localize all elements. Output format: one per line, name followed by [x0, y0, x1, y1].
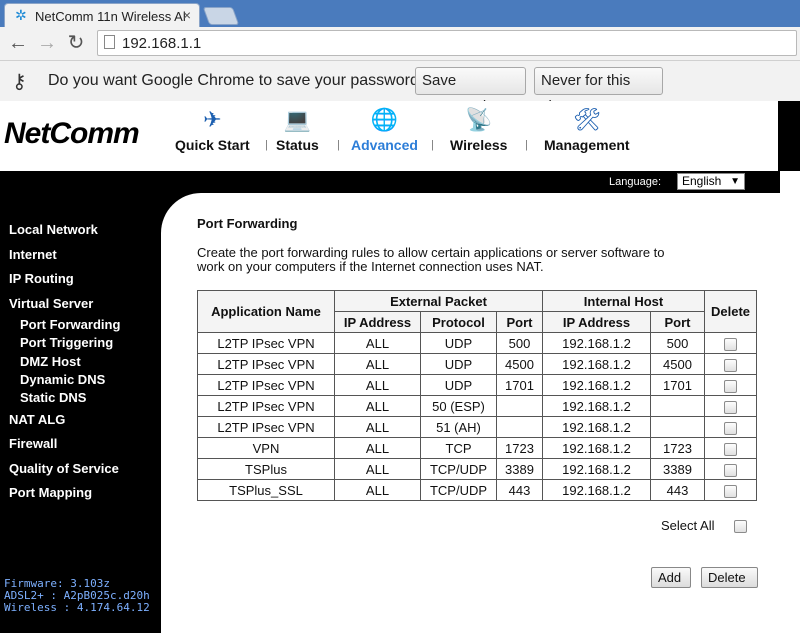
wireless-icon: 📡 — [465, 107, 493, 132]
table-row: L2TP IPsec VPN ALL UDP 4500 192.168.1.2 4500 — [197, 353, 757, 375]
netcomm-logo: NetComm — [4, 117, 140, 150]
back-arrow-icon[interactable]: ← — [7, 32, 29, 54]
management-icon: 🛠 — [572, 107, 601, 132]
col-header-delete: Delete — [704, 290, 757, 333]
delete-checkbox[interactable] — [724, 337, 737, 351]
key-icon: ⚷ — [12, 71, 27, 93]
delete-button[interactable]: Delete — [701, 567, 758, 588]
never-for-this-site-button[interactable]: Never for this site — [534, 67, 663, 115]
col-header-ext-ip: IP Address — [334, 311, 421, 333]
col-header-internal-host: Internal Host — [542, 290, 705, 312]
tab-title: NetComm 11n Wireless Al — [35, 9, 185, 24]
nav-advanced[interactable]: 🌐 Advanced — [351, 107, 418, 153]
sidebar-item-port-mapping[interactable]: Port Mapping — [9, 485, 92, 500]
col-header-protocol: Protocol — [420, 311, 497, 333]
language-bar: Language: English ▼ — [0, 171, 780, 193]
table-row: TSPlus ALL TCP/UDP 3389 192.168.1.2 3389 — [197, 458, 757, 480]
nav-wireless[interactable]: 📡 Wireless — [450, 107, 507, 153]
sidebar-item-quality-of-service[interactable]: Quality of Service — [9, 461, 119, 476]
select-all-checkbox[interactable] — [734, 520, 747, 533]
laptop-icon: 💻 — [283, 107, 312, 132]
save-password-button[interactable]: Save password — [415, 67, 526, 115]
nav-management[interactable]: 🛠 Management — [544, 107, 630, 153]
col-header-ext-port: Port — [496, 311, 543, 333]
netcomm-favicon-icon: ✲ — [15, 7, 27, 23]
col-header-int-port: Port — [650, 311, 705, 333]
nav-quick-start[interactable]: ✈ Quick Start — [175, 107, 250, 153]
table-row: L2TP IPsec VPN ALL UDP 500 192.168.1.2 500 — [197, 332, 757, 354]
language-select[interactable]: English ▼ — [677, 173, 745, 190]
col-header-int-ip: IP Address — [542, 311, 651, 333]
col-header-application-name: Application Name — [197, 290, 335, 333]
delete-checkbox[interactable] — [724, 463, 737, 477]
add-button[interactable]: Add — [651, 567, 691, 588]
close-icon[interactable]: × — [183, 7, 191, 23]
sidebar-item-dmz-host[interactable]: DMZ Host — [20, 354, 81, 369]
page-description: Create the port forwarding rules to allo… — [197, 245, 665, 274]
sidebar-item-internet[interactable]: Internet — [9, 247, 57, 262]
table-row: L2TP IPsec VPN ALL 50 (ESP) 192.168.1.2 — [197, 395, 757, 417]
port-forwarding-table: Application Name External Packet Interna… — [197, 290, 757, 501]
new-tab-button[interactable] — [202, 7, 240, 25]
sidebar-item-port-forwarding[interactable]: Port Forwarding — [20, 317, 120, 332]
dropdown-arrow-icon: ▼ — [730, 176, 740, 187]
col-header-external-packet: External Packet — [334, 290, 543, 312]
browser-tabstrip: ✲ NetComm 11n Wireless Al × — [0, 0, 800, 27]
sidebar-item-dynamic-dns[interactable]: Dynamic DNS — [20, 372, 105, 387]
browser-toolbar: ← → ↻ 192.168.1.1 — [0, 27, 800, 61]
header-edge — [778, 101, 800, 171]
infobar-message: Do you want Google Chrome to save your p… — [48, 72, 428, 89]
sidebar-item-local-network[interactable]: Local Network — [9, 222, 98, 237]
page-icon — [104, 35, 115, 49]
sidebar-item-virtual-server[interactable]: Virtual Server — [9, 296, 93, 311]
sidebar-item-port-triggering[interactable]: Port Triggering — [20, 335, 113, 350]
quick-start-icon: ✈ — [203, 107, 222, 132]
wireless-version: Wireless : 4.174.64.12 — [4, 601, 150, 614]
select-all-label: Select All — [661, 518, 715, 533]
delete-checkbox[interactable] — [724, 442, 737, 456]
browser-tab[interactable]: ✲ NetComm 11n Wireless Al × — [4, 3, 200, 27]
table-row: VPN ALL TCP 1723 192.168.1.2 1723 — [197, 437, 757, 459]
table-row: L2TP IPsec VPN ALL 51 (AH) 192.168.1.2 — [197, 416, 757, 438]
reload-icon[interactable]: ↻ — [65, 32, 87, 54]
url-text: 192.168.1.1 — [122, 35, 202, 52]
sidebar-item-nat-alg[interactable]: NAT ALG — [9, 412, 65, 427]
save-password-infobar: ⚷ Do you want Google Chrome to save your… — [0, 61, 800, 115]
page-title: Port Forwarding — [197, 216, 298, 231]
delete-checkbox[interactable] — [724, 400, 737, 414]
forward-arrow-icon[interactable]: → — [36, 32, 58, 54]
globe-icon: 🌐 — [370, 107, 399, 132]
delete-checkbox[interactable] — [724, 421, 737, 435]
address-bar[interactable]: 192.168.1.1 — [97, 30, 797, 56]
nav-status[interactable]: 💻 Status — [276, 107, 319, 153]
table-row: L2TP IPsec VPN ALL UDP 1701 192.168.1.2 1701 — [197, 374, 757, 396]
router-header: NetComm ✈ Quick Start | 💻 Status | 🌐 Adv… — [0, 101, 800, 171]
sidebar-curve — [161, 193, 201, 233]
sidebar-item-static-dns[interactable]: Static DNS — [20, 390, 86, 405]
table-row: TSPlus_SSL ALL TCP/UDP 443 192.168.1.2 443 — [197, 479, 757, 501]
delete-checkbox[interactable] — [724, 379, 737, 393]
delete-checkbox[interactable] — [724, 484, 737, 498]
sidebar-item-ip-routing[interactable]: IP Routing — [9, 271, 74, 286]
language-label: Language: — [609, 176, 661, 188]
sidebar-item-firewall[interactable]: Firewall — [9, 436, 57, 451]
delete-checkbox[interactable] — [724, 358, 737, 372]
